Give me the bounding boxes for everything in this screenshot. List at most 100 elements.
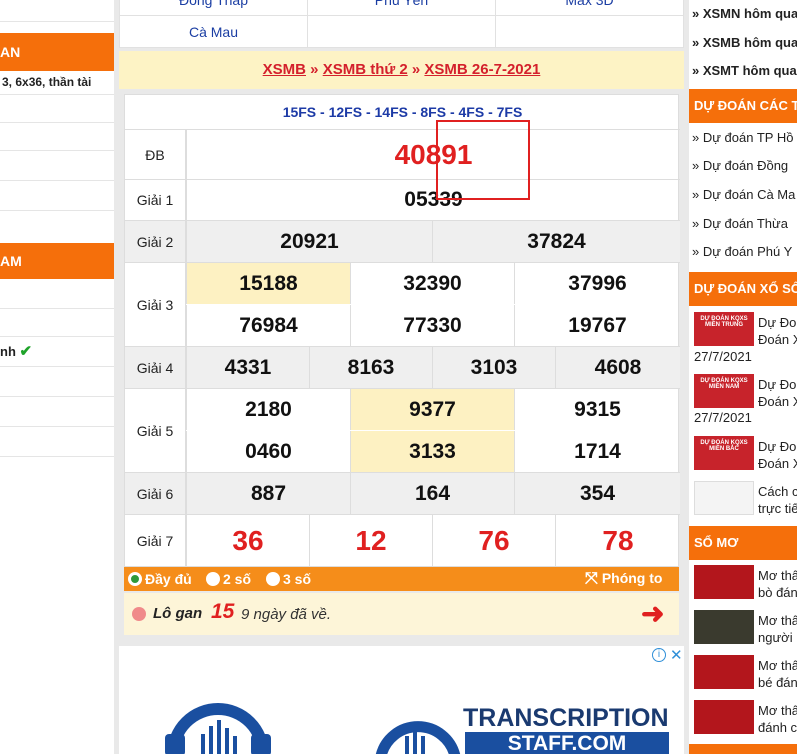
link-label: Dự đoán TP Hồ [702, 130, 794, 145]
right-header-xoso: DỰ ĐOÁN XỔ SỐ [689, 272, 797, 306]
prize-value: 4608 [555, 347, 680, 388]
prize-value: 36 [186, 515, 309, 567]
news-thumbnail[interactable] [694, 481, 754, 515]
dot-icon [132, 607, 146, 621]
link-label: XSMT hôm qua [702, 63, 797, 78]
province-link[interactable]: Đồng Tháp [119, 0, 308, 16]
option-label: Đầy đủ [145, 571, 192, 587]
radio-icon [266, 572, 280, 586]
left-row [0, 279, 114, 309]
logan-box: Lô gan 15 9 ngày đã về. ➜ [124, 593, 679, 635]
dream-title-l2[interactable]: bò đánh [758, 584, 797, 601]
link-label: XSMB hôm qua [702, 35, 797, 50]
dream-thumbnail[interactable] [694, 565, 754, 599]
prize-value: 0460 [186, 431, 350, 472]
predict-link[interactable]: » Dự đoán Phú Y [692, 244, 792, 259]
dream-title-l1[interactable]: Mơ thấ [758, 612, 797, 629]
radio-checked-icon [128, 572, 142, 586]
prize-value: 37824 [432, 221, 680, 262]
special-codes: 15FS - 12FS - 14FS - 8FS - 4FS - 7FS [282, 104, 523, 120]
radio-icon [206, 572, 220, 586]
dream-thumbnail[interactable] [694, 655, 754, 689]
news-title-l1[interactable]: Dự Đo [758, 314, 796, 331]
dream-title-l1[interactable]: Mơ thấ [758, 657, 797, 674]
prize-value: 9377 [350, 389, 514, 430]
prize-value: 2180 [186, 389, 350, 430]
prize-value: 32390 [350, 263, 514, 304]
row-db: ĐB 40891 [125, 129, 680, 180]
news-title-l2[interactable]: trực tiế [758, 500, 797, 517]
advertisement[interactable]: i ✕ TRANSCRIPTION STAFF.COM [119, 646, 684, 754]
news-title-l2[interactable]: Đoán X [758, 331, 797, 348]
prize-value: 12 [309, 515, 432, 567]
row-label: Giải 3 [125, 263, 186, 346]
predict-link[interactable]: » Dự đoán Cà Ma [692, 187, 795, 202]
province-cell-empty [495, 15, 684, 48]
display-options-bar: Đầy đủ 2 số 3 số ⤧ Phóng to [124, 567, 679, 591]
news-thumbnail[interactable]: DỰ ĐOÁN KQXS MIỀN TRUNG [694, 312, 754, 346]
breadcrumb-date[interactable]: XSMB 26-7-2021 [424, 61, 540, 78]
left-row [0, 367, 114, 397]
right-link-xsmb[interactable]: » XSMB hôm qua [692, 35, 797, 50]
prize-db-value: 40891 [186, 130, 680, 180]
news-title-l1[interactable]: Cách c [758, 483, 797, 500]
prize-value: 76 [432, 515, 555, 567]
row-g5: Giải 5 2180 9377 9315 0460 3133 1714 [125, 388, 680, 472]
ad-close-icon[interactable]: ✕ [670, 646, 683, 664]
right-sidebar: » XSMN hôm qua » XSMB hôm qua » XSMT hôm… [689, 0, 797, 754]
province-link[interactable]: Phú Yên [307, 0, 496, 16]
news-title-l1[interactable]: Dự Đo [758, 438, 796, 455]
option-label: 3 số [283, 571, 312, 587]
right-header-next [689, 744, 797, 754]
prize-value: 3103 [432, 347, 555, 388]
breadcrumb-sep: » [411, 61, 421, 78]
left-link-verified[interactable]: nh ✔ [0, 337, 114, 367]
breadcrumb-weekday[interactable]: XSMB thứ 2 [323, 61, 408, 78]
prize-value: 8163 [309, 347, 432, 388]
dream-title-l2[interactable]: người [758, 629, 793, 646]
row-label: Giải 2 [125, 221, 186, 262]
news-title-l1[interactable]: Dự Đo [758, 376, 796, 393]
option-full[interactable]: Đầy đủ [128, 571, 192, 587]
row-label: ĐB [125, 130, 186, 179]
news-title-l2[interactable]: Đoán X [758, 455, 797, 472]
highlight-box [436, 120, 530, 200]
link-label: Dự đoán Phú Y [702, 244, 793, 259]
predict-link[interactable]: » Dự đoán TP Hồ [692, 130, 793, 145]
results-table: 15FS - 12FS - 14FS - 8FS - 4FS - 7FS ĐB … [124, 94, 680, 567]
dream-title-l2[interactable]: đánh c [758, 719, 797, 736]
province-link[interactable]: Cà Mau [119, 15, 308, 48]
link-label: Dự đoán Đồng [702, 158, 789, 173]
dream-title-l1[interactable]: Mơ thấ [758, 567, 797, 584]
ad-info-icon[interactable]: i [652, 648, 666, 662]
zoom-button[interactable]: ⤧ Phóng to [585, 570, 662, 588]
right-link-xsmt[interactable]: » XSMT hôm qua [692, 63, 797, 78]
prize-value: 76984 [186, 305, 350, 346]
predict-link[interactable]: » Dự đoán Đồng [692, 158, 788, 173]
right-header-somo: SỔ MƠ [689, 526, 797, 560]
province-link[interactable]: Max 3D [495, 0, 684, 16]
row-label: Giải 1 [125, 180, 186, 220]
row-g1: Giải 1 05339 [125, 179, 680, 220]
left-link-games[interactable]: 3, 6x36, thần tài [0, 71, 114, 95]
news-thumbnail[interactable]: DỰ ĐOÁN KQXS MIỀN BẮC [694, 436, 754, 470]
predict-link[interactable]: » Dự đoán Thừa [692, 216, 788, 231]
option-two[interactable]: 2 số [206, 571, 251, 587]
row-g2: Giải 2 20921 37824 [125, 220, 680, 262]
row-label: Giải 7 [125, 515, 186, 567]
prize-value: 9315 [514, 389, 680, 430]
arrow-right-icon[interactable]: ➜ [641, 597, 664, 630]
prize-value: 20921 [186, 221, 432, 262]
option-three[interactable]: 3 số [266, 571, 311, 587]
news-thumbnail[interactable]: DỰ ĐOÁN KQXS MIỀN NAM [694, 374, 754, 408]
right-link-xsmn[interactable]: » XSMN hôm qua [692, 6, 797, 21]
dream-title-l1[interactable]: Mơ thấ [758, 702, 797, 719]
dream-thumbnail[interactable] [694, 610, 754, 644]
dream-title-l2[interactable]: bé đánh [758, 674, 797, 691]
dream-thumbnail[interactable] [694, 700, 754, 734]
left-row-top [0, 0, 114, 22]
expand-icon: ⤧ [585, 570, 598, 587]
news-title-l2[interactable]: Đoán X [758, 393, 797, 410]
breadcrumb-xsmb[interactable]: XSMB [263, 61, 306, 78]
headphones-logo-icon [375, 721, 461, 754]
